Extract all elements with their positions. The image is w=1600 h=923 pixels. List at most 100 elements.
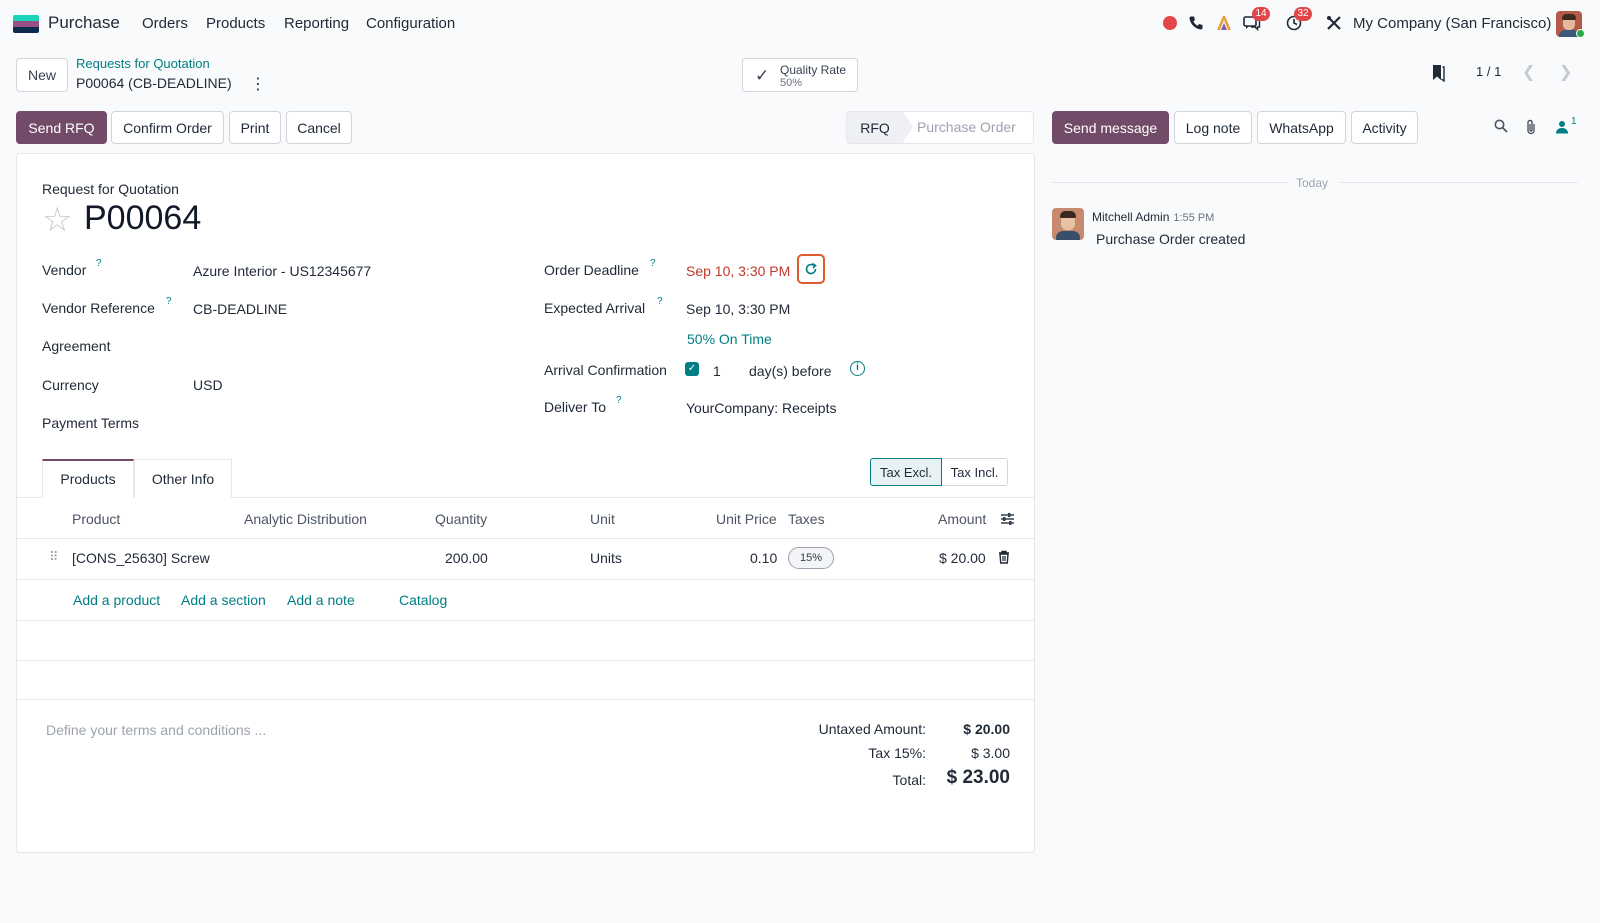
col-quantity[interactable]: Quantity — [435, 511, 487, 527]
chatter-search-icon[interactable] — [1494, 119, 1508, 136]
add-section-link[interactable]: Add a section — [181, 592, 266, 608]
col-unit-price[interactable]: Unit Price — [716, 511, 777, 527]
quality-rate-value: 50% — [780, 77, 803, 89]
row-product[interactable]: [CONS_25630] Screw — [72, 550, 210, 566]
catalog-link[interactable]: Catalog — [399, 592, 447, 608]
bookmark-icon[interactable] — [1431, 64, 1445, 83]
info-icon[interactable]: i — [850, 361, 865, 376]
followers-count: 1 — [1571, 116, 1577, 127]
tax-excluded-button[interactable]: Tax Excl. — [870, 458, 942, 486]
company-switcher[interactable]: My Company (San Francisco) — [1353, 15, 1551, 32]
purchase-app-icon[interactable] — [13, 15, 39, 33]
phone-icon[interactable] — [1186, 13, 1206, 33]
currency-field[interactable]: USD — [193, 377, 223, 393]
message-time: 1:55 PM — [1173, 212, 1215, 224]
ai-icon[interactable] — [1214, 13, 1234, 33]
record-icon[interactable] — [1160, 13, 1180, 33]
message-author-name[interactable]: Mitchell Admin — [1092, 210, 1169, 224]
row-amount: $ 20.00 — [939, 550, 986, 566]
arrival-confirmation-checkbox[interactable]: ✓ — [685, 362, 699, 376]
status-arrow — [903, 112, 913, 142]
order-deadline-field[interactable]: Sep 10, 3:30 PM — [686, 263, 790, 279]
refresh-deadline-icon[interactable] — [797, 254, 825, 284]
menu-configuration[interactable]: Configuration — [366, 15, 455, 32]
menu-orders[interactable]: Orders — [142, 15, 188, 32]
breadcrumb-parent[interactable]: Requests for Quotation — [76, 56, 210, 71]
add-product-link[interactable]: Add a product — [73, 592, 160, 608]
messages-icon[interactable]: 14 — [1242, 7, 1270, 33]
vendor-field[interactable]: Azure Interior - US12345677 — [193, 263, 371, 279]
col-product[interactable]: Product — [72, 511, 120, 527]
whatsapp-button[interactable]: WhatsApp — [1257, 111, 1346, 144]
message-author-avatar[interactable] — [1052, 208, 1084, 240]
optional-columns-icon[interactable] — [1000, 512, 1015, 529]
vendor-label: Vendor — [42, 262, 87, 278]
record-actions-menu-icon[interactable]: ⋮ — [250, 74, 266, 94]
row-divider-3 — [17, 660, 1034, 661]
tools-icon[interactable] — [1324, 13, 1344, 33]
table-header-divider — [17, 538, 1034, 539]
deliver-to-field[interactable]: YourCompany: Receipts — [686, 400, 836, 416]
col-amount[interactable]: Amount — [938, 511, 986, 527]
menu-reporting[interactable]: Reporting — [284, 15, 349, 32]
pager-value[interactable]: 1 / 1 — [1476, 64, 1501, 79]
col-unit[interactable]: Unit — [590, 511, 615, 527]
order-deadline-help-icon[interactable]: ? — [650, 258, 656, 269]
payment-terms-field[interactable] — [193, 409, 493, 435]
top-navbar: Purchase Orders Products Reporting Confi… — [0, 0, 1600, 46]
followers-icon[interactable] — [1555, 120, 1569, 137]
status-purchase-order[interactable]: Purchase Order — [917, 119, 1016, 135]
drag-handle-icon[interactable]: ⠿ — [49, 549, 59, 565]
attachment-icon[interactable] — [1525, 119, 1537, 138]
quality-rate-button[interactable]: ✓ Quality Rate 50% — [742, 58, 858, 92]
add-note-link[interactable]: Add a note — [287, 592, 355, 608]
new-button[interactable]: New — [16, 58, 68, 92]
row-unit-price[interactable]: 0.10 — [750, 550, 777, 566]
agreement-field[interactable] — [193, 332, 493, 358]
col-analytic-distribution[interactable]: Analytic Distribution — [244, 511, 367, 527]
activity-clock-icon[interactable]: 32 — [1284, 7, 1312, 33]
row-unit[interactable]: Units — [590, 550, 622, 566]
log-note-button[interactable]: Log note — [1174, 111, 1252, 144]
status-rfq[interactable]: RFQ — [847, 112, 903, 143]
date-separator: Today — [1296, 176, 1329, 190]
total-value: $ 23.00 — [946, 767, 1010, 788]
message-body: Purchase Order created — [1096, 231, 1246, 247]
order-deadline-label: Order Deadline — [544, 262, 639, 278]
vendor-help-icon[interactable]: ? — [96, 258, 102, 269]
deliver-to-help-icon[interactable]: ? — [616, 395, 622, 406]
expected-arrival-field[interactable]: Sep 10, 3:30 PM — [686, 301, 790, 317]
vendor-reference-help-icon[interactable]: ? — [166, 296, 172, 307]
online-status-dot — [1576, 29, 1585, 38]
expected-arrival-help-icon[interactable]: ? — [657, 296, 663, 307]
tax-display-toggle: Tax Excl. Tax Incl. — [870, 458, 1008, 486]
activity-button[interactable]: Activity — [1351, 111, 1418, 144]
tab-other-info[interactable]: Other Info — [134, 459, 232, 498]
arrival-confirmation-days[interactable]: 1 — [713, 363, 721, 379]
date-separator-line — [1052, 182, 1288, 183]
tax-included-button[interactable]: Tax Incl. — [942, 458, 1008, 486]
priority-star-icon[interactable]: ☆ — [42, 203, 72, 237]
terms-conditions-field[interactable]: Define your terms and conditions ... — [46, 722, 266, 738]
send-message-button[interactable]: Send message — [1052, 111, 1169, 144]
activities-badge: 32 — [1294, 7, 1312, 21]
print-button[interactable]: Print — [229, 111, 281, 144]
vendor-reference-field[interactable]: CB-DEADLINE — [193, 301, 287, 317]
pager-next-icon[interactable]: ❯ — [1559, 62, 1572, 82]
col-taxes[interactable]: Taxes — [788, 511, 825, 527]
payment-terms-label: Payment Terms — [42, 415, 139, 431]
send-rfq-button[interactable]: Send RFQ — [16, 111, 107, 144]
message-author[interactable]: Mitchell Admin 1:55 PM — [1092, 210, 1214, 224]
tab-products[interactable]: Products — [42, 459, 134, 498]
delete-row-icon[interactable] — [998, 550, 1010, 567]
messages-badge: 14 — [1252, 7, 1270, 21]
menu-products[interactable]: Products — [206, 15, 265, 32]
confirm-order-button[interactable]: Confirm Order — [111, 111, 224, 144]
on-time-rate[interactable]: 50% On Time — [687, 331, 772, 347]
app-name[interactable]: Purchase — [48, 13, 120, 33]
pager-prev-icon[interactable]: ❮ — [1522, 62, 1535, 82]
cancel-button[interactable]: Cancel — [286, 111, 352, 144]
row-quantity[interactable]: 200.00 — [445, 550, 488, 566]
quality-rate-label: Quality Rate — [780, 63, 847, 77]
row-tax-tag[interactable]: 15% — [788, 547, 834, 569]
